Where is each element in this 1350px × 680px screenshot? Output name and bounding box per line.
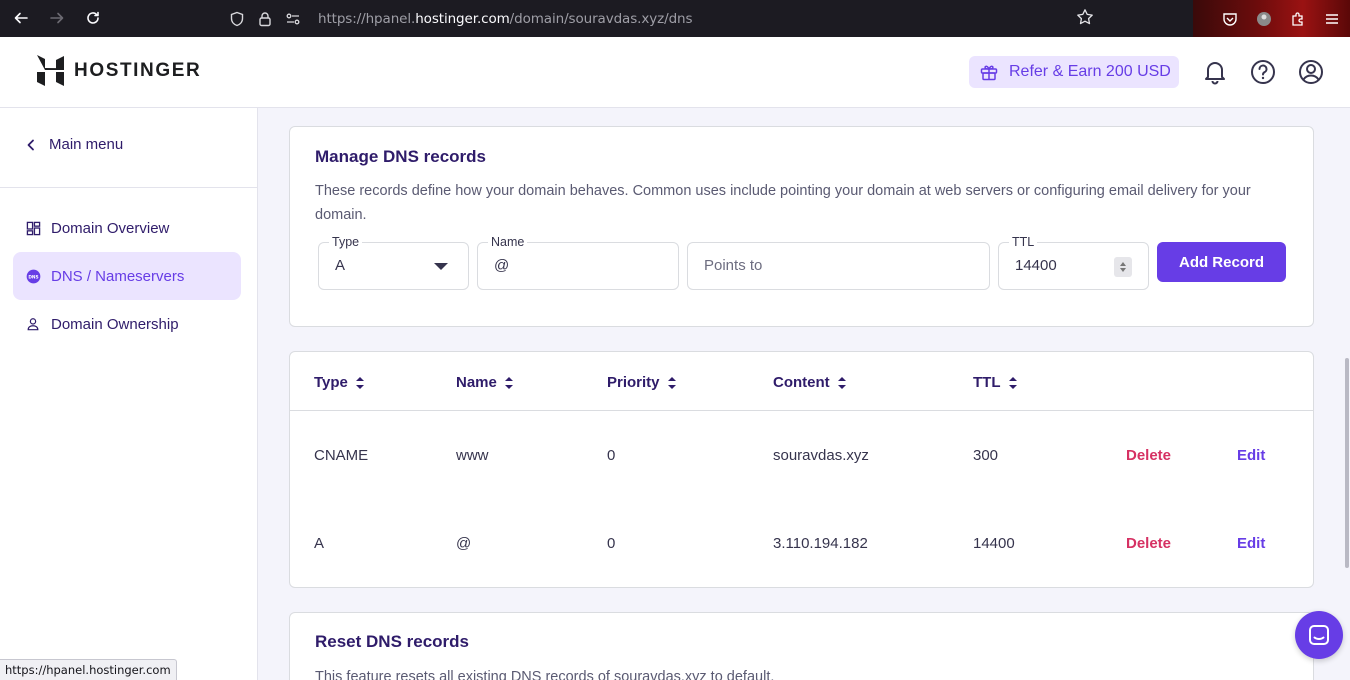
ttl-stepper[interactable] (1114, 257, 1132, 277)
sidebar-item-label: Domain Overview (51, 219, 170, 237)
address-bar[interactable]: https://hpanel.hostinger.com/domain/sour… (228, 0, 693, 37)
name-field-value: @ (494, 257, 510, 274)
delete-record-button[interactable]: Delete (1126, 447, 1171, 464)
name-field-label: Name (488, 234, 528, 250)
manage-dns-description: These records define how your domain beh… (315, 183, 1251, 223)
points-to-input[interactable]: Points to (687, 242, 990, 290)
dns-records-table: Type Name Priority Content TTL CNAME www… (289, 351, 1314, 588)
edit-record-button[interactable]: Edit (1237, 535, 1265, 552)
cell-content: 3.110.194.182 (773, 535, 868, 552)
notifications-bell-icon[interactable] (1202, 59, 1228, 85)
main-menu-label: Main menu (49, 136, 124, 153)
type-field-value: A (335, 257, 346, 274)
dns-icon: DNS (25, 268, 41, 284)
permissions-icon (284, 10, 302, 28)
arrow-left-icon (14, 12, 28, 24)
sidebar-item-dns-nameservers[interactable]: DNS DNS / Nameservers (13, 252, 241, 300)
extensions-area (1193, 0, 1350, 37)
refer-earn-label: Refer & Earn 200 USD (1009, 63, 1171, 80)
cell-ttl: 300 (973, 447, 999, 464)
reload-icon (87, 11, 99, 24)
status-bar-url: https://hpanel.hostinger.com (0, 659, 177, 680)
main-menu-link[interactable]: Main menu (25, 136, 123, 153)
hostinger-logo-icon (37, 55, 64, 86)
refer-earn-button[interactable]: Refer & Earn 200 USD (969, 56, 1179, 88)
table-row: A @ 0 3.110.194.182 14400 Delete Edit (290, 499, 1313, 587)
person-icon (25, 316, 41, 332)
delete-record-button[interactable]: Delete (1126, 535, 1171, 552)
reset-dns-description: This feature resets all existing DNS rec… (315, 669, 775, 680)
help-icon[interactable] (1250, 59, 1276, 85)
back-button[interactable] (3, 2, 39, 34)
cell-ttl: 14400 (973, 535, 1015, 552)
ttl-input[interactable]: TTL 14400 (998, 234, 1149, 290)
sort-icon (1008, 376, 1017, 389)
cell-content: souravdas.xyz (773, 447, 869, 464)
menu-hamburger-icon[interactable] (1323, 10, 1341, 28)
live-chat-button[interactable] (1295, 611, 1343, 659)
column-header-content[interactable]: Content (773, 374, 846, 391)
add-record-button[interactable]: Add Record (1157, 242, 1286, 282)
bookmark-star-icon[interactable] (1076, 8, 1094, 30)
lock-icon (256, 10, 274, 28)
sort-icon (355, 376, 364, 389)
cell-type: CNAME (314, 447, 369, 464)
browser-toolbar: https://hpanel.hostinger.com/domain/sour… (0, 0, 1350, 37)
grid-icon (25, 220, 41, 236)
page-scrollbar[interactable] (1345, 358, 1349, 568)
column-header-ttl[interactable]: TTL (973, 374, 1017, 391)
hostinger-logo[interactable]: HOSTINGER (37, 55, 201, 87)
column-header-priority[interactable]: Priority (607, 374, 676, 391)
url-text: https://hpanel.hostinger.com/domain/sour… (318, 10, 693, 27)
sort-icon (504, 376, 513, 389)
app-header: HOSTINGER Refer & Earn 200 USD (0, 37, 1350, 108)
cell-name: @ (456, 535, 472, 552)
cell-type: A (314, 535, 325, 552)
sidebar-item-label: Domain Ownership (51, 315, 179, 333)
edit-record-button[interactable]: Edit (1237, 447, 1265, 464)
manage-dns-title: Manage DNS records (315, 147, 486, 166)
sort-icon (667, 376, 676, 389)
reset-dns-title: Reset DNS records (315, 632, 470, 651)
table-row: CNAME www 0 souravdas.xyz 300 Delete Edi… (290, 411, 1313, 499)
logo-text: HOSTINGER (74, 60, 202, 81)
account-avatar-icon[interactable] (1298, 59, 1324, 85)
gift-icon (980, 65, 998, 81)
record-type-select[interactable]: Type A (318, 234, 469, 290)
sidebar: Main menu Domain Overview DNS DNS / Name… (0, 108, 258, 680)
record-name-input[interactable]: Name @ (477, 234, 679, 290)
column-header-name[interactable]: Name (456, 374, 513, 391)
chat-icon (1309, 625, 1329, 645)
table-header: Type Name Priority Content TTL (290, 352, 1313, 411)
forward-button[interactable] (39, 2, 75, 34)
extensions-puzzle-icon[interactable] (1289, 10, 1307, 28)
points-to-placeholder: Points to (704, 257, 763, 274)
ttl-field-label: TTL (1009, 234, 1038, 250)
cell-name: www (456, 447, 489, 464)
type-field-label: Type (329, 234, 363, 250)
sort-icon (837, 376, 846, 389)
cell-priority: 0 (607, 447, 616, 464)
cell-priority: 0 (607, 535, 616, 552)
arrow-right-icon (50, 12, 64, 24)
reload-button[interactable] (75, 2, 111, 34)
sidebar-item-domain-overview[interactable]: Domain Overview (13, 204, 241, 252)
ttl-field-value: 14400 (1015, 257, 1057, 274)
svg-text:DNS: DNS (28, 274, 38, 280)
chevron-left-icon (27, 139, 34, 150)
pocket-icon[interactable] (1221, 10, 1239, 28)
sidebar-item-label: DNS / Nameservers (51, 267, 185, 285)
caret-down-icon (434, 263, 448, 270)
reset-dns-card: Reset DNS records This feature resets al… (289, 612, 1314, 680)
sidebar-item-domain-ownership[interactable]: Domain Ownership (13, 300, 241, 348)
manage-dns-card: Manage DNS records These records define … (289, 126, 1314, 327)
sidebar-divider (0, 187, 258, 188)
shield-icon (228, 10, 246, 28)
profile-avatar-icon[interactable] (1255, 10, 1273, 28)
column-header-type[interactable]: Type (314, 374, 364, 391)
